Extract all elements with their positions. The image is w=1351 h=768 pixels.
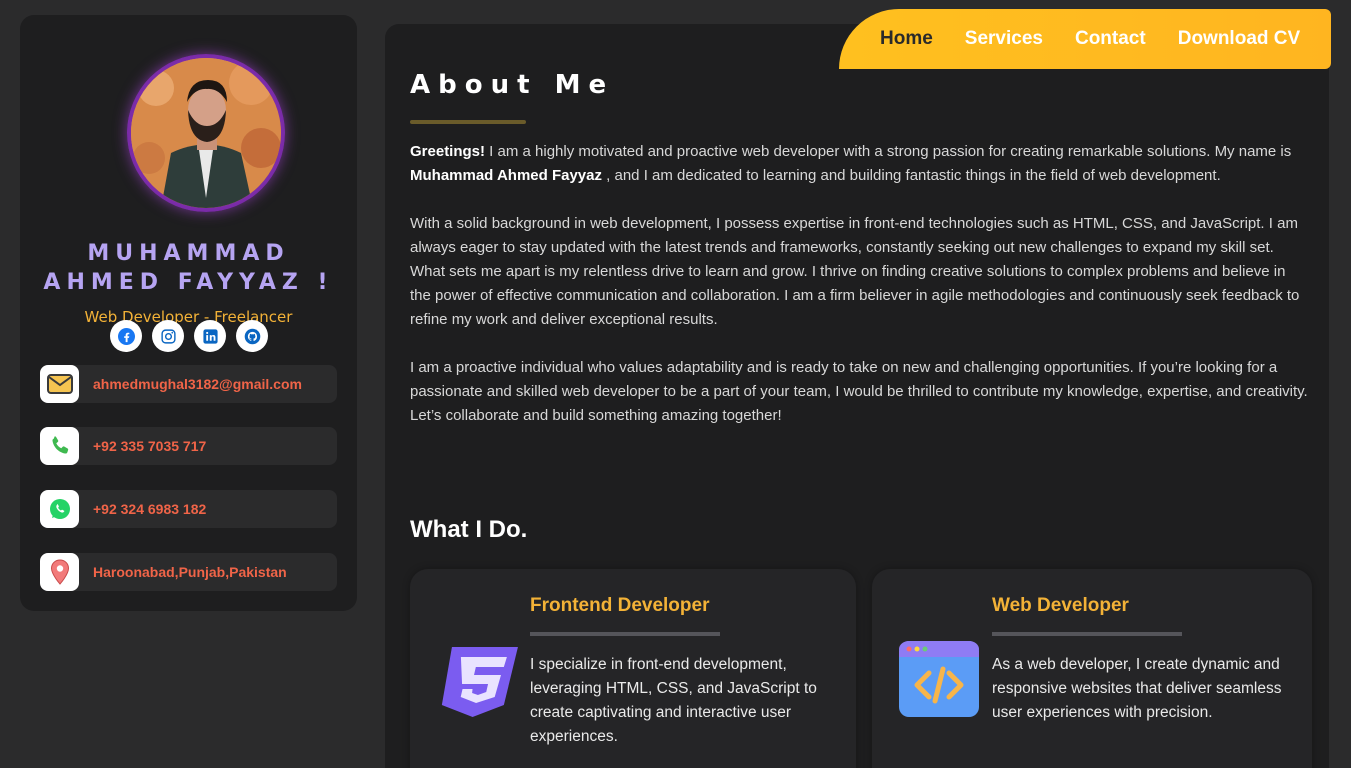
about-p1-part-a: I am a highly motivated and proactive we… [485, 143, 1292, 160]
avatar [131, 58, 281, 208]
contact-phone[interactable]: +92 335 7035 717 [40, 427, 337, 465]
contact-location-text: Haroonabad,Punjab,Pakistan [93, 564, 287, 580]
profile-sidebar: MUHAMMAD AHMED FAYYAZ ! Web Developer - … [20, 15, 357, 611]
linkedin-link[interactable] [194, 320, 226, 352]
top-navbar: Home Services Contact Download CV [839, 9, 1331, 69]
about-paragraph-2: With a solid background in web developme… [410, 215, 1300, 328]
facebook-link[interactable] [110, 320, 142, 352]
about-text: Greetings! I am a highly motivated and p… [410, 140, 1310, 452]
profile-name-line2: AHMED FAYYAZ ! [43, 270, 334, 295]
nav-home[interactable]: Home [880, 28, 933, 50]
service-title-underline [992, 632, 1182, 636]
service-card-web: Web Developer As a web developer, I crea… [872, 569, 1312, 768]
phone-icon [40, 427, 79, 465]
nav-services[interactable]: Services [965, 28, 1043, 50]
about-greeting: Greetings! [410, 143, 486, 160]
instagram-link[interactable] [152, 320, 184, 352]
location-pin-icon [40, 553, 79, 591]
contact-email[interactable]: ahmedmughal3182@gmail.com [40, 365, 337, 403]
service-description: I specialize in front-end development, l… [530, 656, 817, 745]
whatsapp-icon [40, 490, 79, 528]
service-description: As a web developer, I create dynamic and… [992, 656, 1282, 721]
email-icon [40, 365, 79, 403]
nav-download-cv[interactable]: Download CV [1178, 28, 1300, 50]
contact-whatsapp-text[interactable]: +92 324 6983 182 [93, 501, 206, 517]
code-window-icon [897, 637, 981, 721]
contact-whatsapp[interactable]: +92 324 6983 182 [40, 490, 337, 528]
service-title-underline [530, 632, 720, 636]
css3-icon [435, 637, 519, 721]
nav-contact[interactable]: Contact [1075, 28, 1146, 50]
social-links [110, 320, 270, 352]
about-paragraph-1: Greetings! I am a highly motivated and p… [410, 140, 1310, 188]
about-paragraph-3: I am a proactive individual who values a… [410, 359, 1308, 424]
contact-phone-text[interactable]: +92 335 7035 717 [93, 438, 206, 454]
contact-location[interactable]: Haroonabad,Punjab,Pakistan [40, 553, 337, 591]
contact-email-text[interactable]: ahmedmughal3182@gmail.com [93, 376, 302, 392]
service-title: Frontend Developer [530, 595, 710, 616]
about-owner-name: Muhammad Ahmed Fayyaz [410, 167, 602, 184]
instagram-icon [160, 328, 176, 344]
about-p1-part-b: , and I am dedicated to learning and bui… [602, 167, 1221, 184]
avatar-ring [127, 54, 285, 212]
service-title: Web Developer [992, 595, 1129, 616]
linkedin-icon [202, 328, 218, 344]
profile-name: MUHAMMAD AHMED FAYYAZ ! [20, 239, 357, 297]
profile-name-line1: MUHAMMAD [87, 241, 290, 266]
main-content: About Me Greetings! I am a highly motiva… [385, 24, 1329, 768]
facebook-icon [117, 327, 135, 345]
github-link[interactable] [236, 320, 268, 352]
what-i-do-title: What I Do. [410, 516, 528, 543]
about-title-underline [410, 120, 526, 124]
github-icon [244, 328, 260, 344]
about-title: About Me [410, 70, 615, 100]
service-card-frontend: Frontend Developer I specialize in front… [410, 569, 856, 768]
